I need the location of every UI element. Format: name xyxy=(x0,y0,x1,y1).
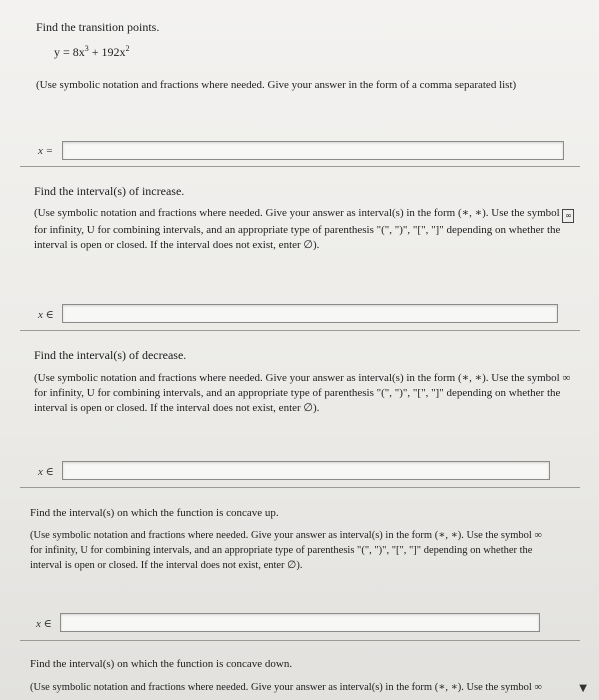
concave-up-title: Find the interval(s) on which the functi… xyxy=(30,507,279,519)
increase-instruction: (Use symbolic notation and fractions whe… xyxy=(34,206,579,253)
decrease-title: Find the interval(s) of decrease. xyxy=(34,348,187,362)
scroll-down-icon[interactable]: ▼ xyxy=(579,683,587,694)
infinity-symbol-button[interactable]: ∞ xyxy=(562,209,575,223)
concave-down-instruction: (Use symbolic notation and fractions whe… xyxy=(30,682,542,693)
x-in-label: x ∈ xyxy=(38,309,54,321)
transition-title: Find the transition points. xyxy=(36,20,160,34)
increase-answer-field[interactable] xyxy=(62,304,558,323)
decrease-instruction: (Use symbolic notation and fractions whe… xyxy=(34,372,571,414)
question-page: Find the transition points. y = 8x3 + 19… xyxy=(0,0,599,700)
divider xyxy=(20,330,580,331)
equation: y = 8x3 + 192x2 xyxy=(54,44,130,59)
x-equals-label: x = xyxy=(38,145,54,157)
divider xyxy=(20,640,580,641)
concave-up-instruction: (Use symbolic notation and fractions whe… xyxy=(30,530,542,571)
increase-title: Find the interval(s) of increase. xyxy=(34,184,185,198)
x-in-label: x ∈ xyxy=(38,466,54,478)
transition-answer-field[interactable] xyxy=(62,141,564,160)
x-in-label: x ∈ xyxy=(36,618,52,630)
decrease-answer-field[interactable] xyxy=(62,461,550,480)
concave-up-answer-field[interactable] xyxy=(60,613,540,632)
concave-down-title: Find the interval(s) on which the functi… xyxy=(30,658,293,670)
transition-instruction: (Use symbolic notation and fractions whe… xyxy=(36,79,517,91)
divider xyxy=(20,166,580,167)
divider xyxy=(20,487,580,488)
